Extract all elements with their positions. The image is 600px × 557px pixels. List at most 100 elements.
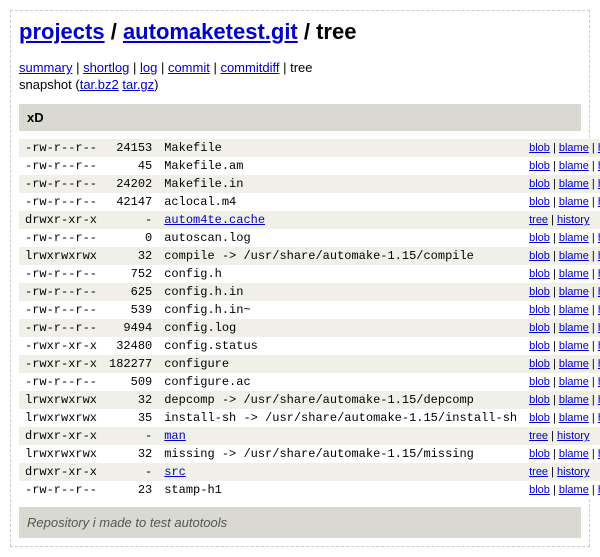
- blob-link[interactable]: blob: [529, 250, 550, 262]
- snapshot-tarbz2[interactable]: tar.bz2: [80, 77, 119, 92]
- table-row: -rw-r--r--24153Makefileblob | blame | hi…: [19, 139, 600, 157]
- link-sep: |: [589, 340, 598, 352]
- blob-link[interactable]: blob: [529, 358, 550, 370]
- file-size: 24202: [103, 175, 158, 193]
- blob-link[interactable]: blob: [529, 304, 550, 316]
- blame-link[interactable]: blame: [559, 412, 589, 424]
- nav-commit[interactable]: commit: [168, 60, 210, 75]
- table-row: -rw-r--r--625config.h.inblob | blame | h…: [19, 283, 600, 301]
- table-row: -rw-r--r--9494config.logblob | blame | h…: [19, 319, 600, 337]
- blame-link[interactable]: blame: [559, 322, 589, 334]
- blob-link[interactable]: blob: [529, 448, 550, 460]
- action-links: blob | blame | history | raw: [523, 175, 600, 193]
- link-sep: |: [550, 250, 559, 262]
- footer-description: Repository i made to test autotools: [19, 507, 581, 538]
- dir-link[interactable]: man: [164, 429, 186, 443]
- file-size: 35: [103, 409, 158, 427]
- blame-link[interactable]: blame: [559, 394, 589, 406]
- blame-link[interactable]: blame: [559, 358, 589, 370]
- blob-link[interactable]: blob: [529, 268, 550, 280]
- file-name-cell: autoscan.log: [158, 229, 523, 247]
- file-mode: -rw-r--r--: [19, 301, 103, 319]
- blob-link[interactable]: blob: [529, 376, 550, 388]
- dir-link[interactable]: src: [164, 465, 186, 479]
- blob-link[interactable]: blob: [529, 484, 550, 496]
- tree-link[interactable]: tree: [529, 466, 548, 478]
- file-name-cell: aclocal.m4: [158, 193, 523, 211]
- blob-link[interactable]: blob: [529, 178, 550, 190]
- nav-shortlog[interactable]: shortlog: [83, 60, 129, 75]
- blame-link[interactable]: blame: [559, 304, 589, 316]
- snapshot-targz[interactable]: tar.gz: [122, 77, 154, 92]
- nav-log[interactable]: log: [140, 60, 157, 75]
- action-links: blob | blame | history | raw: [523, 319, 600, 337]
- link-sep: |: [550, 196, 559, 208]
- file-name-cell: install-sh -> /usr/share/automake-1.15/i…: [158, 409, 523, 427]
- file-name-cell: Makefile.am: [158, 157, 523, 175]
- file-name-cell: src: [158, 463, 523, 481]
- blob-link[interactable]: blob: [529, 142, 550, 154]
- blame-link[interactable]: blame: [559, 484, 589, 496]
- table-row: -rw-r--r--24202Makefile.inblob | blame |…: [19, 175, 600, 193]
- file-name-cell: compile -> /usr/share/automake-1.15/comp…: [158, 247, 523, 265]
- blame-link[interactable]: blame: [559, 340, 589, 352]
- dir-link[interactable]: autom4te.cache: [164, 213, 265, 227]
- blame-link[interactable]: blame: [559, 268, 589, 280]
- file-name-cell: config.status: [158, 337, 523, 355]
- blob-link[interactable]: blob: [529, 340, 550, 352]
- blob-link[interactable]: blob: [529, 412, 550, 424]
- nav-summary[interactable]: summary: [19, 60, 72, 75]
- file-size: 9494: [103, 319, 158, 337]
- projects-link[interactable]: projects: [19, 19, 105, 44]
- action-links: blob | blame | history | raw: [523, 229, 600, 247]
- table-row: -rw-r--r--509configure.acblob | blame | …: [19, 373, 600, 391]
- file-size: 32480: [103, 337, 158, 355]
- file-name-cell: depcomp -> /usr/share/automake-1.15/depc…: [158, 391, 523, 409]
- blob-link[interactable]: blob: [529, 322, 550, 334]
- link-sep: |: [550, 178, 559, 190]
- blame-link[interactable]: blame: [559, 196, 589, 208]
- blame-link[interactable]: blame: [559, 160, 589, 172]
- link-sep: |: [589, 268, 598, 280]
- file-mode: drwxr-xr-x: [19, 211, 103, 229]
- snapshot-label: snapshot (: [19, 77, 80, 92]
- file-mode: lrwxrwxrwx: [19, 409, 103, 427]
- file-mode: -rwxr-xr-x: [19, 355, 103, 373]
- blob-link[interactable]: blob: [529, 286, 550, 298]
- file-mode: drwxr-xr-x: [19, 427, 103, 445]
- blob-link[interactable]: blob: [529, 160, 550, 172]
- table-row: drwxr-xr-x-srctree | history: [19, 463, 600, 481]
- action-links: blob | blame | history | raw: [523, 139, 600, 157]
- blame-link[interactable]: blame: [559, 142, 589, 154]
- nav-sep: |: [161, 60, 168, 75]
- history-link[interactable]: history: [557, 214, 589, 226]
- blame-link[interactable]: blame: [559, 286, 589, 298]
- action-links: blob | blame | history | raw: [523, 355, 600, 373]
- table-row: -rw-r--r--45Makefile.amblob | blame | hi…: [19, 157, 600, 175]
- nav-commitdiff[interactable]: commitdiff: [220, 60, 279, 75]
- history-link[interactable]: history: [557, 466, 589, 478]
- file-name-cell: config.log: [158, 319, 523, 337]
- blame-link[interactable]: blame: [559, 178, 589, 190]
- table-row: drwxr-xr-x-autom4te.cachetree | history: [19, 211, 600, 229]
- blame-link[interactable]: blame: [559, 250, 589, 262]
- table-row: -rw-r--r--23stamp-h1blob | blame | histo…: [19, 481, 600, 499]
- action-links: blob | blame | history | raw: [523, 445, 600, 463]
- blame-link[interactable]: blame: [559, 448, 589, 460]
- link-sep: |: [550, 340, 559, 352]
- link-sep: |: [550, 448, 559, 460]
- snapshot-line: snapshot (tar.bz2 tar.gz): [19, 77, 581, 92]
- blame-link[interactable]: blame: [559, 376, 589, 388]
- repo-link[interactable]: automaketest.git: [123, 19, 298, 44]
- file-size: 539: [103, 301, 158, 319]
- file-mode: -rw-r--r--: [19, 175, 103, 193]
- blob-link[interactable]: blob: [529, 232, 550, 244]
- tree-link[interactable]: tree: [529, 430, 548, 442]
- blame-link[interactable]: blame: [559, 232, 589, 244]
- link-sep: |: [548, 466, 557, 478]
- blob-link[interactable]: blob: [529, 394, 550, 406]
- nav-sep: |: [133, 60, 140, 75]
- blob-link[interactable]: blob: [529, 196, 550, 208]
- history-link[interactable]: history: [557, 430, 589, 442]
- tree-link[interactable]: tree: [529, 214, 548, 226]
